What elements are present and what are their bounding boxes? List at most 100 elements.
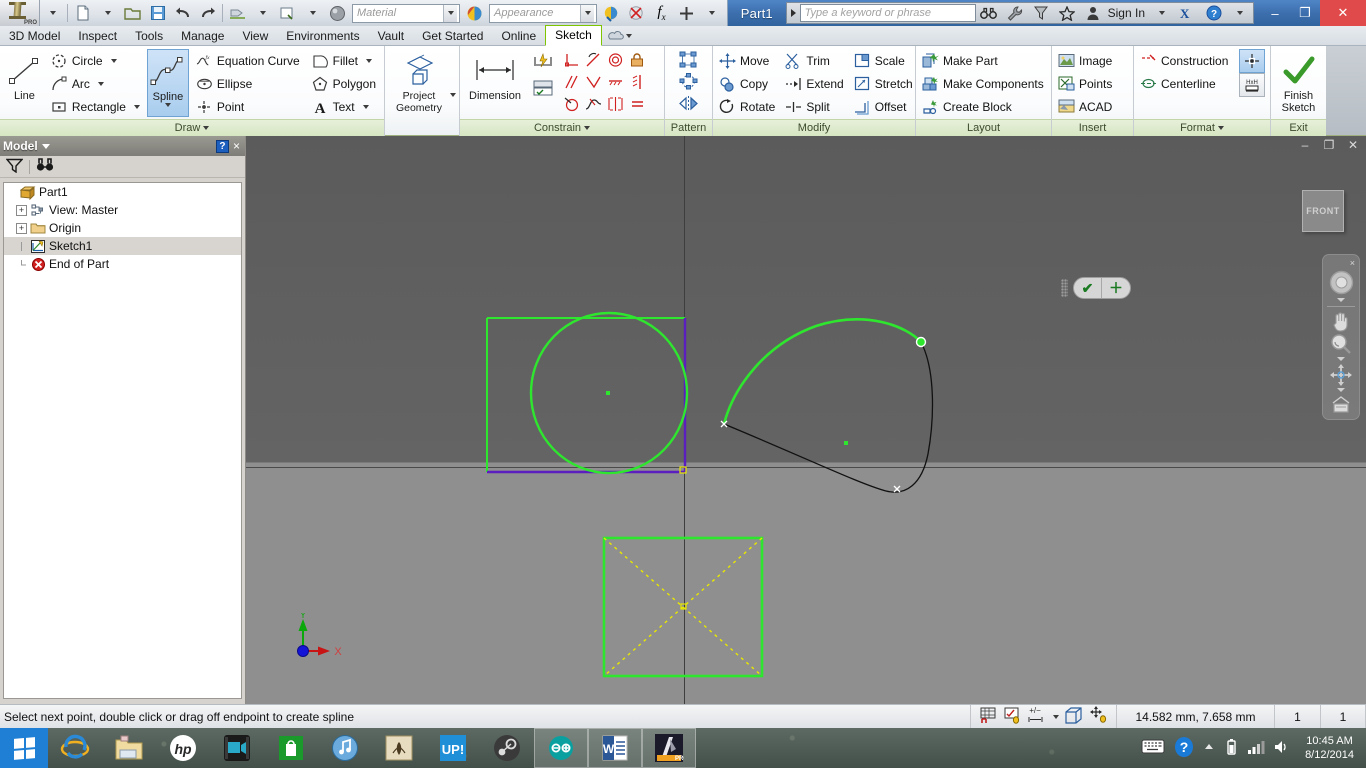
add-icon[interactable] — [674, 1, 699, 25]
find-binoculars-icon[interactable] — [36, 158, 54, 175]
sign-in-label[interactable]: Sign In — [1106, 6, 1149, 20]
tree-item-sketch1[interactable]: Sketch1 — [4, 237, 241, 255]
new-document-icon[interactable] — [70, 1, 95, 25]
update-icon[interactable] — [275, 1, 300, 25]
browser-help-badge[interactable]: ? — [215, 139, 229, 153]
draw-text-button[interactable]: A Text — [309, 95, 381, 118]
graphics-restore-button[interactable]: ❐ — [1322, 138, 1336, 152]
update-dropdown-icon[interactable] — [300, 1, 325, 25]
dimension-input-icon[interactable]: +/− — [1027, 706, 1048, 727]
parallel-constraint-icon[interactable] — [560, 71, 582, 93]
tab-environments[interactable]: Environments — [277, 26, 368, 46]
circle-chevron-down-icon[interactable] — [110, 58, 117, 63]
layout-make-components-button[interactable]: Make Components — [919, 72, 1049, 95]
panel-label-format[interactable]: Format — [1134, 119, 1270, 136]
graphics-minimize-button[interactable]: – — [1298, 138, 1312, 152]
modify-stretch-button[interactable]: Stretch — [851, 72, 918, 95]
tab-get-started[interactable]: Get Started — [413, 26, 492, 46]
modify-rotate-button[interactable]: Rotate — [716, 95, 780, 118]
tab-online[interactable]: Online — [492, 26, 545, 46]
panel-label-exit[interactable]: Exit — [1271, 119, 1326, 136]
modify-scale-button[interactable]: Scale — [851, 49, 918, 72]
spline-context-toolbar[interactable]: ✔ ＋ — [1061, 277, 1131, 299]
autodesk-exchange-icon[interactable]: X — [1175, 2, 1201, 24]
save-disk-icon[interactable] — [145, 1, 170, 25]
tab-inspect[interactable]: Inspect — [69, 26, 126, 46]
horizontal-constraint-icon[interactable] — [604, 71, 626, 93]
project-geometry-button[interactable]: Project Geometry — [388, 49, 450, 117]
window-restore-button[interactable]: ❐ — [1290, 0, 1320, 26]
format-centerline-button[interactable]: Centerline — [1137, 72, 1233, 95]
look-at-icon[interactable] — [1326, 395, 1356, 415]
draw-equation-curve-button[interactable]: fx Equation Curve — [193, 49, 305, 72]
window-close-button[interactable]: ✕ — [1320, 0, 1366, 26]
help-question-icon[interactable]: ? — [1201, 2, 1227, 24]
panel-label-layout[interactable]: Layout — [916, 119, 1051, 136]
zoom-chevron-down-icon[interactable] — [1337, 357, 1345, 361]
project-geometry-chevron-down-icon[interactable] — [450, 93, 456, 97]
tangent-constraint-icon[interactable] — [582, 49, 604, 71]
constrain-panel-chevron-down-icon[interactable] — [584, 126, 591, 130]
insert-image-button[interactable]: Image — [1055, 49, 1117, 72]
favorites-star-icon[interactable] — [1054, 2, 1080, 24]
show-constraints-icon[interactable] — [529, 75, 557, 101]
appearance-sphere-icon[interactable] — [325, 1, 350, 25]
fix-constraint-icon[interactable] — [626, 49, 648, 71]
help-chevron-down-icon[interactable] — [1227, 2, 1253, 24]
help-blue-icon[interactable]: ? — [1173, 736, 1195, 761]
tab-manage[interactable]: Manage — [172, 26, 233, 46]
filter-icon[interactable] — [5, 158, 24, 176]
draw-point-button[interactable]: Point — [193, 95, 305, 118]
mirror-icon[interactable] — [676, 92, 702, 114]
steering-wheel-icon[interactable] — [1326, 269, 1356, 296]
file-explorer-icon[interactable] — [102, 728, 156, 768]
ribbon-chevron-down-icon[interactable] — [625, 33, 632, 38]
tree-item-origin[interactable]: + Origin — [4, 219, 241, 237]
return-icon[interactable] — [225, 1, 250, 25]
pan-hand-icon[interactable] — [1326, 310, 1356, 332]
slice-graphics-icon[interactable] — [1064, 706, 1084, 727]
account-person-icon[interactable] — [1080, 2, 1106, 24]
orbit-chevron-down-icon[interactable] — [1337, 388, 1345, 392]
material-select[interactable]: Material — [352, 3, 460, 23]
browser-close-icon[interactable]: × — [233, 139, 242, 153]
panel-label-insert[interactable]: Insert — [1052, 119, 1133, 136]
material-chevron-down-icon[interactable] — [443, 4, 457, 22]
graphics-close-button[interactable]: ✕ — [1346, 138, 1360, 152]
draw-panel-chevron-down-icon[interactable] — [203, 126, 210, 130]
network-signal-icon[interactable] — [1247, 739, 1265, 758]
coincident-constraint-icon[interactable] — [604, 49, 626, 71]
orbit-icon[interactable] — [1326, 364, 1356, 386]
fx-parameters-icon[interactable]: fx — [649, 1, 674, 25]
dimension-button[interactable]: Dimension — [463, 49, 527, 117]
steering-wheel-chevron-down-icon[interactable] — [1337, 298, 1345, 302]
layout-make-part-button[interactable]: Make Part — [919, 49, 1049, 72]
navigation-bar[interactable]: × — [1322, 254, 1360, 420]
drag-grip-icon[interactable] — [1061, 279, 1068, 297]
itunes-icon[interactable] — [318, 728, 372, 768]
keyboard-icon[interactable] — [1141, 738, 1165, 758]
return-dropdown-icon[interactable] — [250, 1, 275, 25]
hp-support-icon[interactable]: hp — [156, 728, 210, 768]
tab-view[interactable]: View — [233, 26, 277, 46]
driven-dimension-icon[interactable]: HxH — [1239, 73, 1266, 97]
draw-rectangle-button[interactable]: Rectangle — [48, 95, 145, 118]
word-icon[interactable]: W — [588, 728, 642, 768]
show-hidden-icons-icon[interactable] — [1203, 741, 1215, 755]
tree-item-part1[interactable]: Part1 — [4, 183, 241, 201]
navbar-close-icon[interactable]: × — [1350, 258, 1355, 268]
panel-label-draw[interactable]: Draw — [0, 119, 384, 136]
circular-pattern-icon[interactable] — [676, 70, 702, 92]
model-tree[interactable]: Part1 + View: Master + Origin Sketch1 En… — [3, 182, 242, 699]
collinear-constraint-icon[interactable] — [582, 71, 604, 93]
panel-label-modify[interactable]: Modify — [713, 119, 915, 136]
format-panel-chevron-down-icon[interactable] — [1217, 126, 1224, 130]
format-construction-button[interactable]: Construction — [1137, 49, 1233, 72]
draw-arc-button[interactable]: Arc — [48, 72, 145, 95]
video-app-icon[interactable] — [210, 728, 264, 768]
constraint-inference-icon[interactable] — [1003, 706, 1022, 727]
modify-extend-button[interactable]: Extend — [782, 72, 848, 95]
construction-mode-toggle-icon[interactable] — [1239, 49, 1266, 73]
start-button[interactable] — [0, 728, 48, 768]
search-binoculars-icon[interactable] — [976, 2, 1002, 24]
